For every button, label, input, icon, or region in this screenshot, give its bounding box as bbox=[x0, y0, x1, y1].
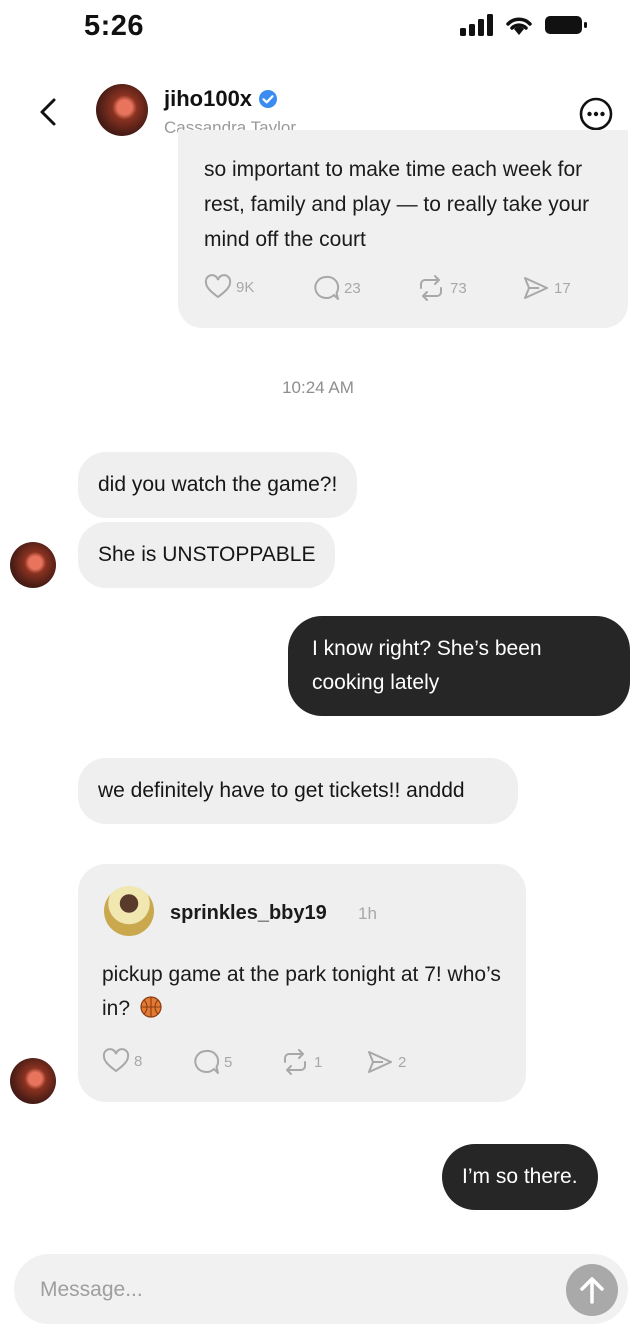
shared-post-text: so important to make time each week for … bbox=[204, 158, 590, 251]
repost-icon bbox=[284, 1049, 306, 1075]
message-bubble-incoming[interactable]: we definitely have to get tickets!! andd… bbox=[78, 758, 518, 824]
message-bubble-outgoing[interactable]: I’m so there. bbox=[442, 1144, 598, 1210]
heart-icon bbox=[204, 274, 232, 299]
embedded-post-body: pickup game at the park tonight at 7! wh… bbox=[102, 958, 512, 1026]
comment-icon bbox=[314, 275, 340, 300]
comment-icon bbox=[194, 1049, 220, 1074]
sender-avatar[interactable] bbox=[10, 1058, 56, 1104]
repost-icon bbox=[420, 275, 442, 301]
header-username: jiho100x bbox=[164, 86, 253, 111]
embedded-post-username[interactable]: sprinkles_bby19 bbox=[170, 902, 327, 925]
message-composer bbox=[14, 1254, 628, 1324]
embedded-post-repost[interactable]: 1 bbox=[280, 1048, 322, 1076]
heart-icon bbox=[102, 1048, 130, 1073]
repost-count: 1 bbox=[314, 1053, 323, 1071]
shared-post-repost[interactable]: 73 bbox=[416, 274, 467, 302]
more-options-button[interactable] bbox=[578, 96, 614, 132]
send-icon bbox=[524, 277, 548, 299]
send-button[interactable] bbox=[566, 1264, 618, 1316]
message-bubble-outgoing[interactable]: I know right? She’s been cooking lately bbox=[288, 616, 630, 716]
shared-post-like[interactable]: 9K bbox=[204, 274, 254, 300]
comment-count: 5 bbox=[224, 1053, 233, 1071]
avatar[interactable] bbox=[96, 84, 148, 136]
like-count: 8 bbox=[134, 1052, 143, 1070]
repost-count: 73 bbox=[450, 279, 467, 297]
sender-avatar[interactable] bbox=[10, 542, 56, 588]
embedded-post-share[interactable]: 2 bbox=[366, 1048, 406, 1076]
more-horizontal-icon bbox=[579, 97, 613, 131]
share-count: 17 bbox=[554, 279, 571, 297]
wifi-icon bbox=[506, 17, 532, 35]
send-icon bbox=[368, 1051, 392, 1073]
signal-icon bbox=[460, 14, 493, 36]
like-count: 9K bbox=[236, 278, 255, 296]
header-username-row[interactable]: jiho100x bbox=[164, 86, 278, 112]
arrow-up-icon bbox=[580, 1277, 604, 1304]
shared-post-comment[interactable]: 23 bbox=[312, 274, 361, 302]
back-button[interactable] bbox=[30, 92, 70, 132]
comment-count: 23 bbox=[344, 279, 361, 297]
message-input[interactable] bbox=[38, 1272, 542, 1308]
message-bubble-incoming[interactable]: did you watch the game?! bbox=[78, 452, 358, 518]
embedded-post-avatar[interactable] bbox=[104, 886, 154, 936]
embedded-post-comment[interactable]: 5 bbox=[192, 1048, 232, 1076]
basketball-icon bbox=[140, 996, 162, 1018]
status-time: 5:26 bbox=[84, 10, 145, 42]
message-bubble-incoming[interactable]: She is UNSTOPPABLE bbox=[78, 522, 336, 588]
battery-icon bbox=[545, 16, 587, 34]
chevron-left-icon bbox=[40, 98, 56, 126]
verified-badge-icon bbox=[259, 90, 278, 108]
share-count: 2 bbox=[398, 1053, 407, 1071]
shared-post-share[interactable]: 17 bbox=[522, 274, 571, 302]
embedded-post-like[interactable]: 8 bbox=[102, 1048, 142, 1074]
message-timestamp: 10:24 AM bbox=[282, 378, 354, 397]
embedded-post-time: 1h bbox=[358, 904, 377, 923]
status-icons bbox=[460, 14, 588, 36]
